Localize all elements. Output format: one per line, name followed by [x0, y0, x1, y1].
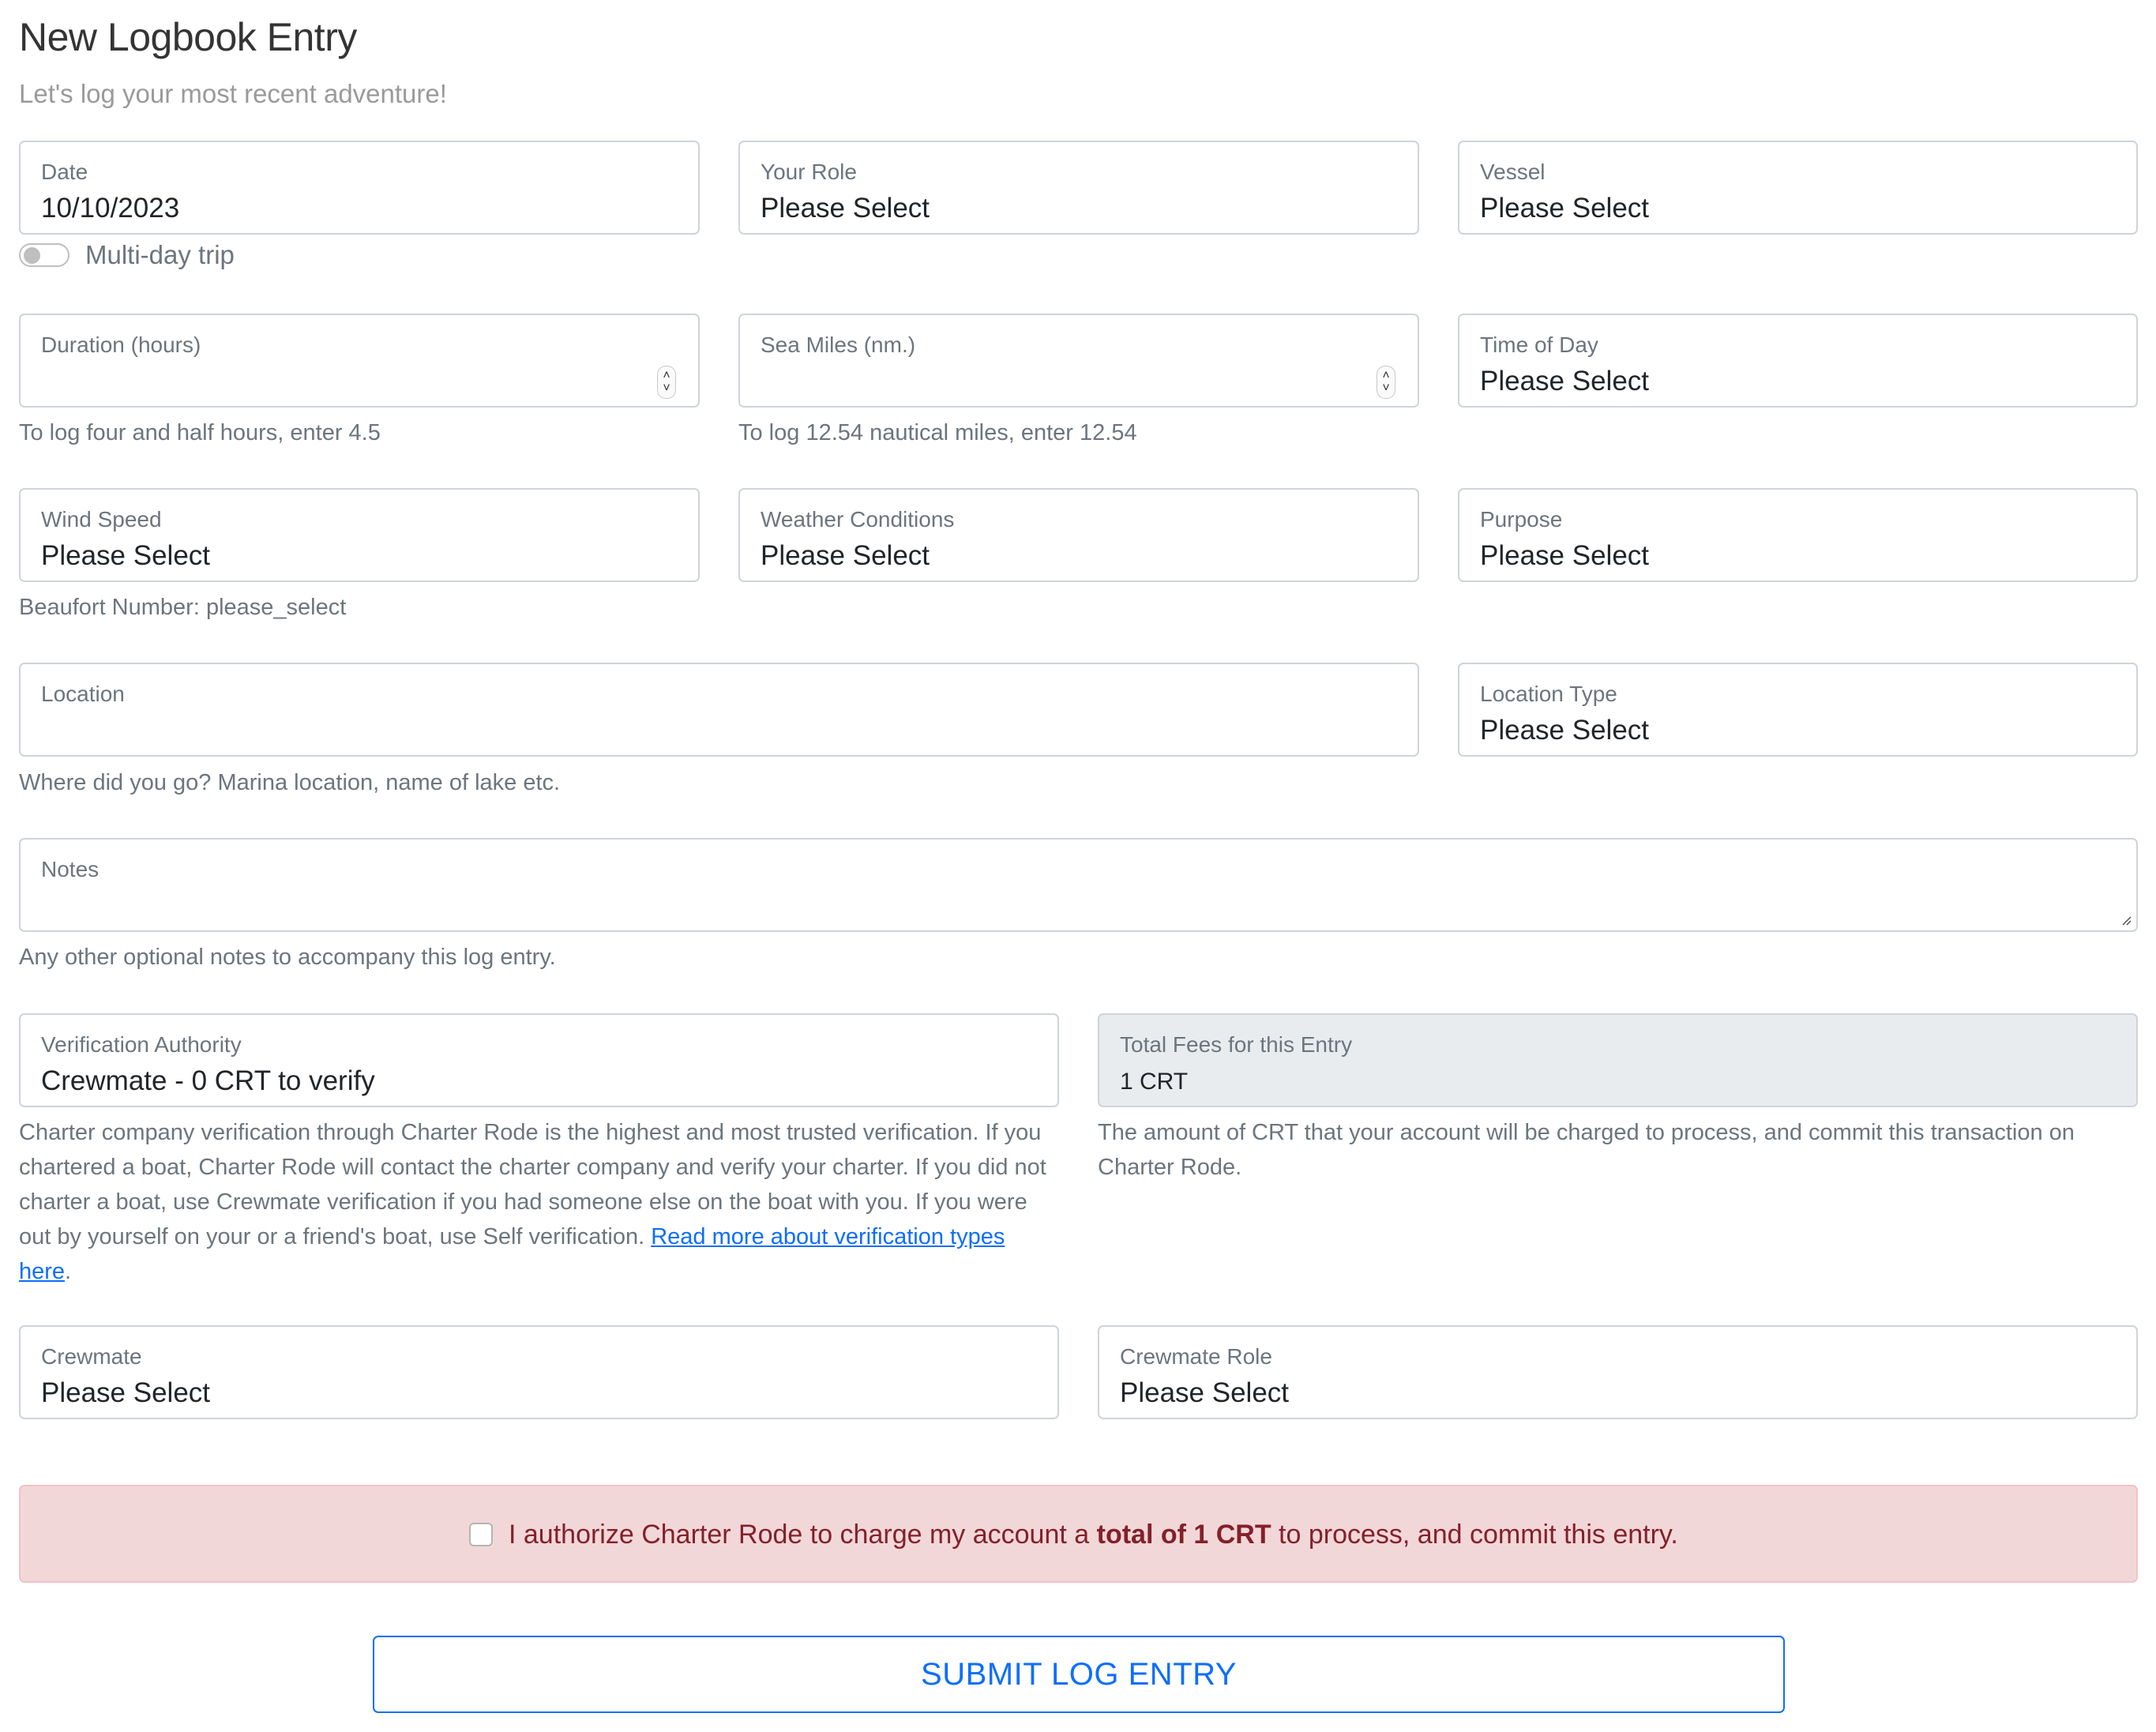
crewmate-role-label: Crewmate Role: [1120, 1344, 1272, 1369]
verification-help-tail: .: [65, 1259, 72, 1284]
multi-day-toggle[interactable]: [19, 243, 69, 267]
crewmate-role-select[interactable]: Crewmate Role Please Select: [1098, 1325, 2138, 1419]
notes-label: Notes: [41, 857, 100, 881]
location-type-label: Location Type: [1480, 682, 1617, 706]
total-fees-field: Total Fees for this Entry 1 CRT: [1098, 1013, 2138, 1107]
location-help: Where did you go? Marina location, name …: [19, 770, 561, 795]
duration-label: Duration (hours): [41, 332, 201, 357]
authorize-text-after: to process, and commit this entry.: [1271, 1520, 1678, 1550]
location-type-value: Please Select: [1480, 715, 1650, 746]
crewmate-label: Crewmate: [41, 1344, 142, 1369]
total-fees-help: The amount of CRT that your account will…: [1098, 1120, 2075, 1180]
authorize-total: total of 1 CRT: [1096, 1520, 1271, 1550]
total-fees-label: Total Fees for this Entry: [1120, 1032, 1353, 1057]
total-fees-value: 1 CRT: [1120, 1069, 1189, 1095]
weather-select[interactable]: Weather Conditions Please Select: [738, 488, 1419, 582]
date-label: Date: [41, 160, 88, 184]
page-title: New Logbook Entry: [19, 15, 357, 59]
authorize-text-before: I authorize Charter Rode to charge my ac…: [509, 1520, 1097, 1550]
purpose-value: Please Select: [1480, 540, 1650, 571]
notes-textarea[interactable]: Notes: [19, 838, 2138, 932]
vessel-label: Vessel: [1480, 160, 1546, 184]
crewmate-value: Please Select: [41, 1377, 211, 1408]
time-of-day-label: Time of Day: [1480, 332, 1598, 357]
role-label: Your Role: [761, 160, 857, 184]
wind-speed-help: Beaufort Number: please_select: [19, 595, 347, 620]
notes-help: Any other optional notes to accompany th…: [19, 945, 556, 970]
authorize-label[interactable]: I authorize Charter Rode to charge my ac…: [509, 1520, 1678, 1550]
verification-select[interactable]: Verification Authority Crewmate - 0 CRT …: [19, 1013, 1059, 1107]
sea-miles-help: To log 12.54 nautical miles, enter 12.54: [738, 420, 1137, 445]
sea-miles-label: Sea Miles (nm.): [761, 332, 916, 357]
purpose-select[interactable]: Purpose Please Select: [1458, 488, 2138, 582]
location-label: Location: [41, 682, 125, 706]
authorization-alert: I authorize Charter Rode to charge my ac…: [19, 1485, 2138, 1583]
location-input[interactable]: Location: [19, 663, 1419, 757]
page-subtitle: Let's log your most recent adventure!: [19, 79, 447, 108]
location-type-select[interactable]: Location Type Please Select: [1458, 663, 2138, 757]
resize-handle-icon[interactable]: [2119, 913, 2132, 926]
multi-day-label[interactable]: Multi-day trip: [85, 240, 235, 270]
crewmate-select[interactable]: Crewmate Please Select: [19, 1325, 1059, 1419]
duration-stepper-icon[interactable]: [657, 366, 676, 399]
wind-speed-label: Wind Speed: [41, 507, 162, 532]
duration-input[interactable]: Duration (hours): [19, 314, 700, 408]
weather-value: Please Select: [761, 540, 930, 571]
vessel-select[interactable]: Vessel Please Select: [1458, 141, 2138, 235]
time-of-day-value: Please Select: [1480, 366, 1650, 396]
purpose-label: Purpose: [1480, 507, 1563, 532]
duration-help: To log four and half hours, enter 4.5: [19, 420, 381, 445]
wind-speed-value: Please Select: [41, 540, 211, 571]
date-field[interactable]: Date 10/10/2023: [19, 141, 700, 235]
verification-label: Verification Authority: [41, 1032, 242, 1057]
toggle-knob: [24, 247, 40, 264]
sea-miles-stepper-icon[interactable]: [1377, 366, 1395, 399]
submit-log-entry-button[interactable]: SUBMIT LOG ENTRY: [373, 1636, 1785, 1713]
time-of-day-select[interactable]: Time of Day Please Select: [1458, 314, 2138, 408]
sea-miles-input[interactable]: Sea Miles (nm.): [738, 314, 1419, 408]
authorize-checkbox[interactable]: [469, 1523, 493, 1546]
date-value[interactable]: 10/10/2023: [41, 193, 179, 224]
role-value: Please Select: [761, 193, 930, 224]
wind-speed-select[interactable]: Wind Speed Please Select: [19, 488, 700, 582]
vessel-value: Please Select: [1480, 193, 1650, 224]
verification-value: Crewmate - 0 CRT to verify: [41, 1065, 375, 1096]
crewmate-role-value: Please Select: [1120, 1377, 1290, 1408]
role-select[interactable]: Your Role Please Select: [738, 141, 1419, 235]
weather-label: Weather Conditions: [761, 507, 955, 532]
verification-help: Charter company verification through Cha…: [19, 1115, 1061, 1289]
